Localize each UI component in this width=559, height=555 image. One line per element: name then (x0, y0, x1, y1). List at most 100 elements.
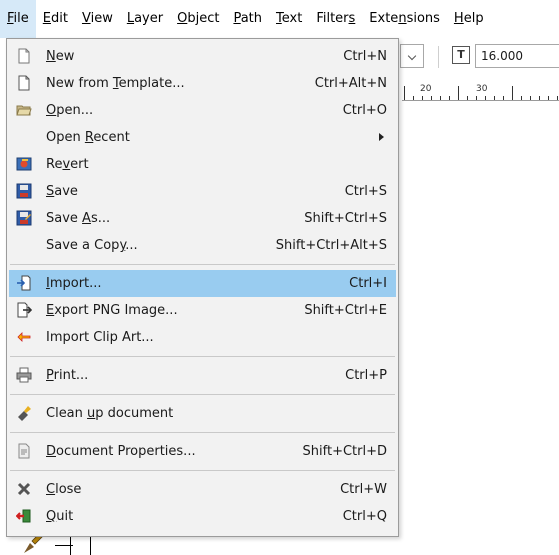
menubar: File Edit View Layer Object Path Text Filters Ex… (0, 0, 559, 38)
menu-item-label-part: ... (125, 238, 138, 253)
menu-item-label-part: C (46, 482, 56, 497)
menu-path[interactable]: Path (226, 0, 269, 38)
menu-item-label: Close (46, 482, 81, 497)
menu-item-document-properties[interactable]: Document Properties... Shift+Ctrl+D (9, 438, 396, 465)
menu-item-label-part: ocument Properties... (56, 444, 196, 459)
ruler-label: 20 (420, 84, 432, 94)
menu-item-clean-up-document[interactable]: Clean up document (9, 400, 396, 427)
menu-item-new-from-template[interactable]: New from Template... Ctrl+Alt+N (9, 70, 396, 97)
menu-item-label-part: uit (56, 509, 74, 524)
menu-item-label: Export PNG Image... (46, 303, 178, 318)
menu-item-label-part: D (46, 444, 57, 459)
template-icon (15, 74, 33, 92)
print-icon (15, 366, 33, 384)
menu-object[interactable]: Object (170, 0, 226, 38)
ruler-tick (521, 96, 522, 100)
menu-item-open[interactable]: Open... Ctrl+O (9, 97, 396, 124)
folder-open-icon (15, 101, 33, 119)
ruler-tick (503, 96, 504, 100)
menu-item-label-part: P (46, 368, 54, 383)
menu-title-text: O (177, 11, 188, 26)
menu-item-save-a-copy[interactable]: Save a Copy... Shift+Ctrl+Alt+S (9, 232, 396, 259)
menu-title-text: ayer (134, 11, 164, 26)
menu-title-text: E (42, 11, 51, 26)
menu-item-label: New from Template... (46, 76, 185, 91)
menu-separator (10, 264, 395, 265)
menu-icon-placeholder (15, 236, 33, 254)
menu-file[interactable]: File (0, 0, 36, 38)
menu-item-label-part: Clean (46, 406, 88, 421)
menu-separator (10, 470, 395, 471)
menu-item-shortcut: Ctrl+Q (342, 509, 387, 524)
menu-edit[interactable]: Edit (36, 0, 75, 38)
menu-filters[interactable]: Filters (309, 0, 362, 38)
menu-help[interactable]: Help (447, 0, 491, 38)
menu-item-new[interactable]: New Ctrl+N (9, 43, 396, 70)
export-icon (15, 301, 33, 319)
menu-layer[interactable]: Layer (120, 0, 170, 38)
menu-item-quit[interactable]: Quit Ctrl+Q (9, 503, 396, 530)
save-icon (15, 182, 33, 200)
menu-item-label-part: xport PNG Image... (54, 303, 178, 318)
menu-title-text: ext (281, 11, 303, 26)
menu-item-shortcut: Shift+Ctrl+E (304, 303, 387, 318)
menu-extensions[interactable]: Extensions (362, 0, 447, 38)
menu-item-label: Document Properties... (46, 444, 196, 459)
menu-title-text: Exte (369, 11, 399, 26)
menu-item-shortcut: Ctrl+S (344, 184, 387, 199)
menu-title-text: sions (406, 11, 440, 26)
menu-item-label: Save (46, 184, 78, 199)
menu-item-label: Save As... (46, 211, 110, 226)
ruler-tick (494, 96, 495, 100)
ruler-tick (440, 96, 441, 100)
menu-title-text: s (348, 11, 356, 26)
horizontal-ruler[interactable]: 20 30 (402, 84, 559, 101)
menu-item-import[interactable]: Import... Ctrl+I (9, 270, 396, 297)
menu-item-label-part: ert (70, 157, 89, 172)
menu-item-save[interactable]: Save Ctrl+S (9, 178, 396, 205)
menu-item-shortcut: Shift+Ctrl+Alt+S (275, 238, 387, 253)
file-menu: New Ctrl+N New from Template... Ctrl+Alt+N O… (6, 38, 399, 537)
menu-item-label-part: Q (46, 509, 57, 524)
menu-item-label-part: New from (46, 76, 113, 91)
menu-item-label: Import... (46, 276, 102, 291)
menu-item-print[interactable]: Print... Ctrl+P (9, 362, 396, 389)
ruler-tick (512, 86, 513, 100)
menu-item-shortcut: Ctrl+I (349, 276, 387, 291)
menu-item-revert[interactable]: Revert (9, 151, 396, 178)
ruler-tick (476, 96, 477, 100)
submenu-arrow-icon (379, 133, 384, 141)
font-size-field[interactable]: 16.000 (475, 44, 559, 68)
menu-item-close[interactable]: Close Ctrl+W (9, 476, 396, 503)
menu-title-text: bject (187, 11, 220, 26)
menu-title-text: L (126, 11, 135, 26)
menu-item-export-png-image[interactable]: Export PNG Image... Shift+Ctrl+E (9, 297, 396, 324)
ruler-tick (539, 96, 540, 100)
menu-item-label-part: Open (46, 130, 85, 145)
ruler-tick (431, 96, 432, 100)
menu-item-label-part: lose (55, 482, 82, 497)
menu-icon-placeholder (15, 128, 33, 146)
menu-title-text: ile (13, 11, 29, 26)
menu-title-text: V (81, 11, 91, 26)
combo-dropdown-icon[interactable] (400, 44, 424, 68)
menu-item-label: Save a Copy... (46, 238, 138, 253)
canvas-guide (55, 545, 73, 546)
menu-item-label: Open Recent (46, 130, 130, 145)
menu-item-import-clip-art[interactable]: Import Clip Art... (9, 324, 396, 351)
menu-item-label-part: ave (54, 184, 78, 199)
menu-view[interactable]: View (75, 0, 120, 38)
menu-item-label: New (46, 49, 74, 64)
quit-icon (15, 507, 33, 525)
menu-item-save-as[interactable]: Save As... Shift+Ctrl+S (9, 205, 396, 232)
revert-icon (15, 155, 33, 173)
font-family-icon[interactable]: T (452, 46, 470, 64)
menu-item-open-recent[interactable]: Open Recent (9, 124, 396, 151)
menu-text[interactable]: Text (269, 0, 309, 38)
menu-item-label-part: p document (95, 406, 174, 421)
ruler-tick (458, 86, 459, 100)
menu-item-label-part: emplate... (118, 76, 185, 91)
menu-title-text: P (233, 11, 241, 26)
ruler-tick (413, 96, 414, 100)
menu-item-shortcut: Ctrl+O (342, 103, 387, 118)
